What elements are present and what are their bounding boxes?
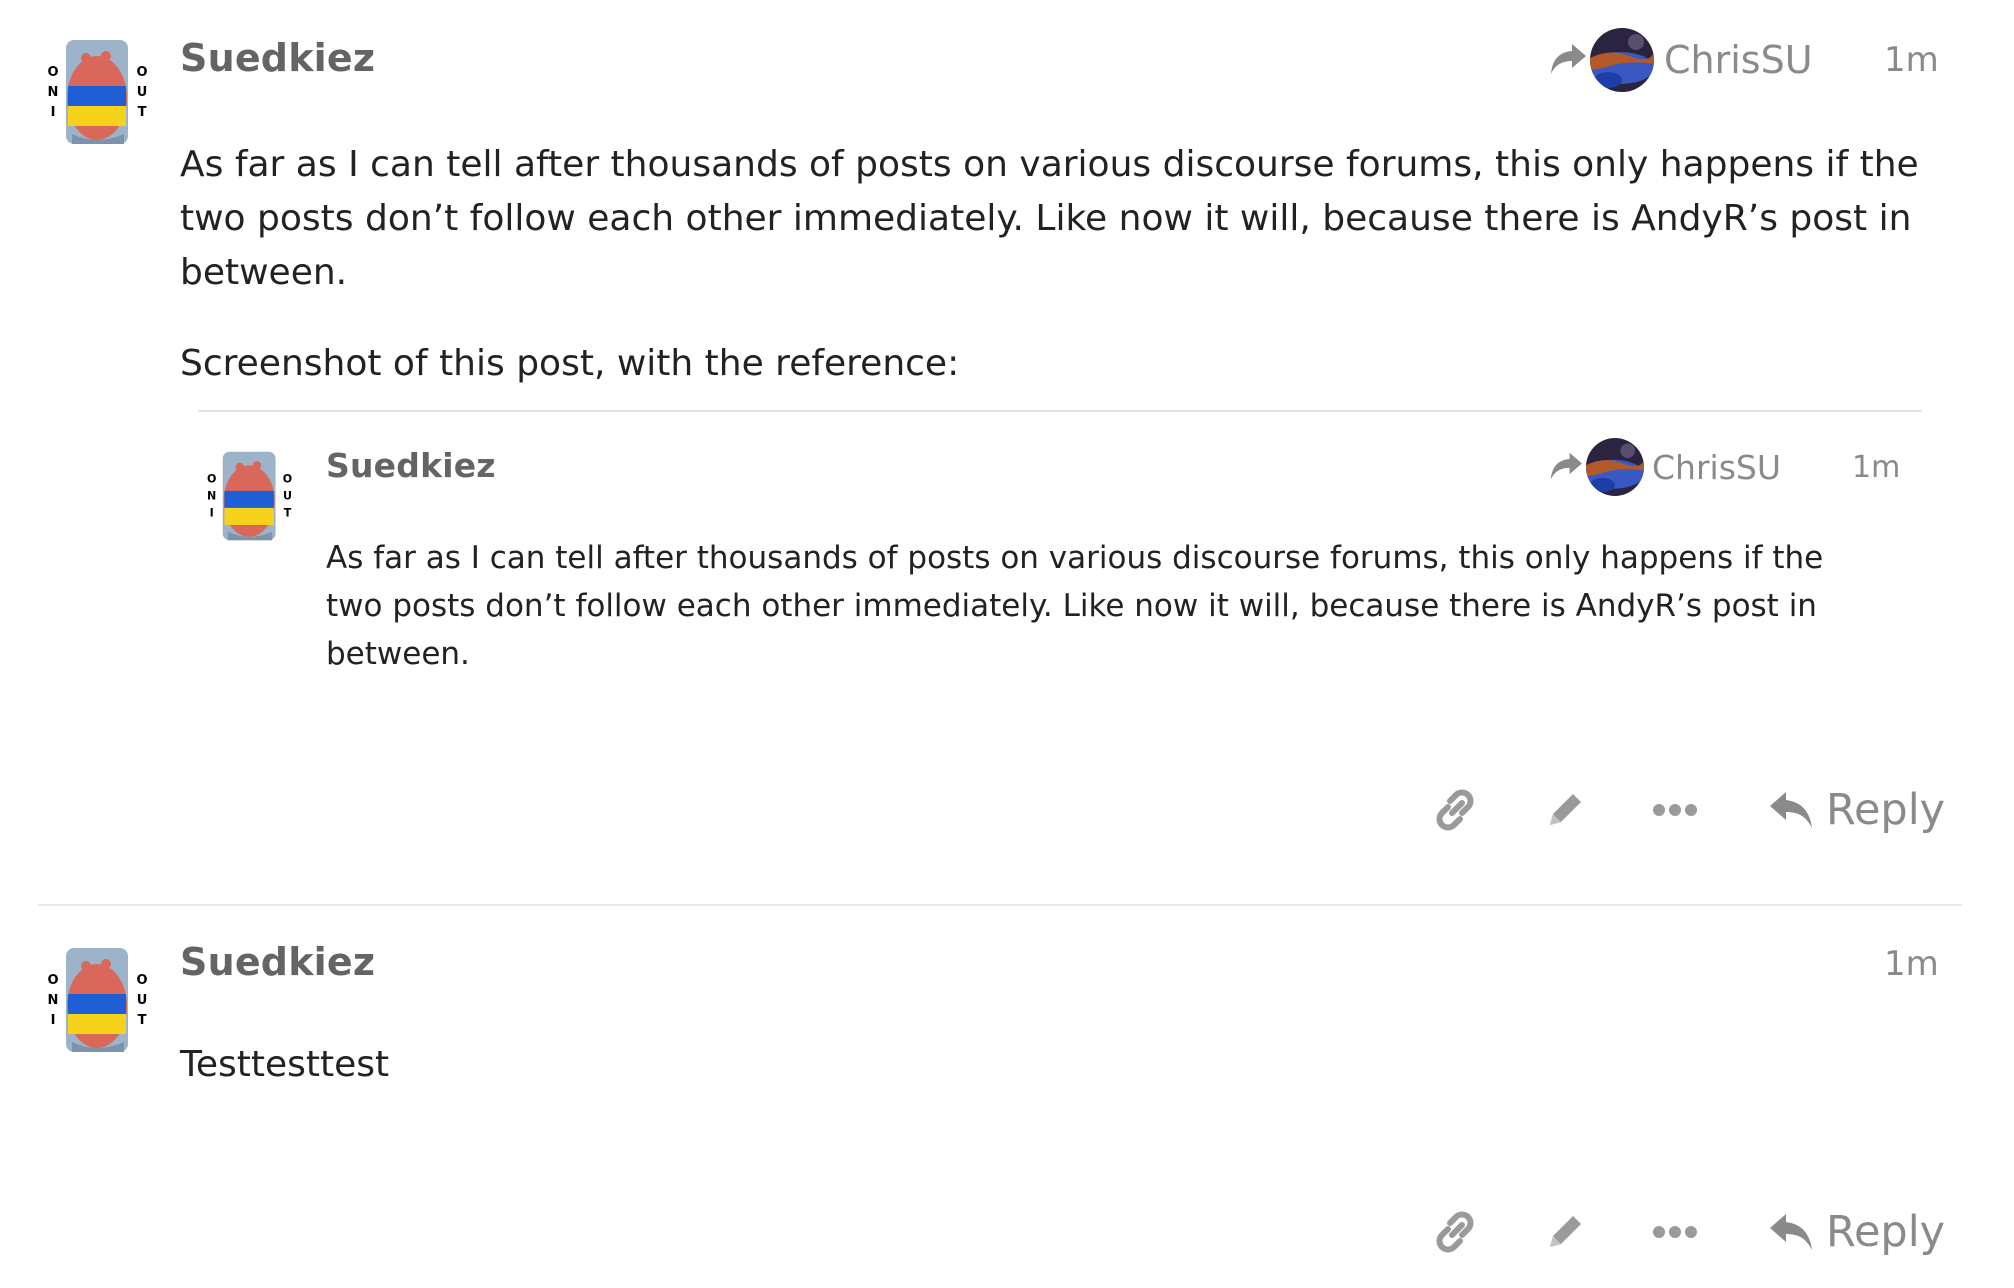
reply-button[interactable]: Reply <box>1768 1207 1945 1257</box>
avatar <box>204 450 296 542</box>
reply-icon <box>1770 1214 1812 1250</box>
embedded-username: Suedkiez <box>326 446 496 485</box>
post-time[interactable]: 1m <box>1884 40 1939 80</box>
link-icon[interactable] <box>1420 782 1490 838</box>
reply-to-avatar <box>1586 438 1644 496</box>
post-paragraph: Testtesttest <box>180 1044 390 1085</box>
reply-to-indicator[interactable]: ChrisSU <box>1548 28 1813 92</box>
post-paragraph: As far as I can tell after thousands of … <box>180 144 1919 293</box>
reply-to-arrow-icon <box>1548 451 1584 483</box>
post-body: As far as I can tell after thousands of … <box>180 138 1940 391</box>
post-username[interactable]: Suedkiez <box>180 36 375 80</box>
post-divider <box>38 904 1962 906</box>
link-icon[interactable] <box>1420 1204 1490 1260</box>
reply-to-arrow-icon <box>1548 42 1588 78</box>
post-actions: Reply <box>1420 1204 1945 1260</box>
more-icon[interactable] <box>1640 1204 1710 1260</box>
more-icon[interactable] <box>1640 782 1710 838</box>
reply-icon <box>1770 792 1812 828</box>
embedded-time: 1m <box>1852 450 1901 485</box>
reply-to-username: ChrisSU <box>1664 38 1813 82</box>
reply-button[interactable]: Reply <box>1768 785 1945 835</box>
pencil-icon[interactable] <box>1530 782 1600 838</box>
post-actions: Reply <box>1420 782 1945 838</box>
reply-label: Reply <box>1826 1207 1946 1257</box>
pencil-icon[interactable] <box>1530 1204 1600 1260</box>
avatar[interactable] <box>44 946 152 1054</box>
post-paragraph: Screenshot of this post, with the refere… <box>180 343 960 384</box>
post-body: Testtesttest <box>180 1038 1940 1092</box>
reply-label: Reply <box>1826 785 1946 835</box>
embedded-body: As far as I can tell after thousands of … <box>326 540 1824 672</box>
post-time[interactable]: 1m <box>1884 944 1939 984</box>
post-username[interactable]: Suedkiez <box>180 940 375 984</box>
reply-to-avatar <box>1590 28 1654 92</box>
avatar[interactable] <box>44 38 152 146</box>
reply-to-username: ChrisSU <box>1652 447 1781 487</box>
embedded-reply-to: ChrisSU <box>1548 438 1781 496</box>
embedded-screenshot: Suedkiez ChrisSU 1m As far as I can tell… <box>198 410 1922 672</box>
